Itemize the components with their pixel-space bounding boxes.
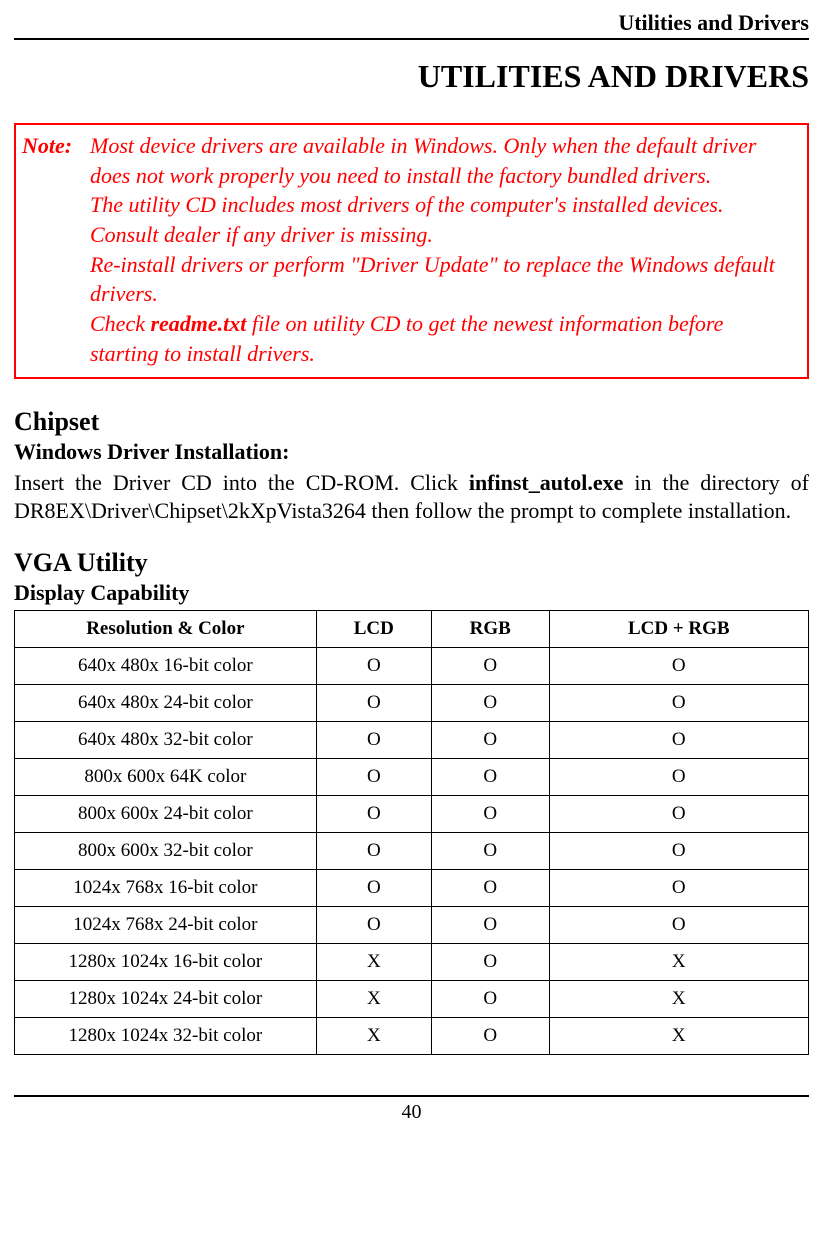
table-row: 640x 480x 16-bit colorOOO [15, 647, 809, 684]
note-paragraph-1: Most device drivers are available in Win… [90, 131, 797, 190]
table-cell: O [549, 758, 808, 795]
table-cell: O [549, 869, 808, 906]
table-cell: 1280x 1024x 32-bit color [15, 1017, 317, 1054]
note-readme-filename: readme.txt [150, 311, 246, 336]
table-cell: 800x 600x 64K color [15, 758, 317, 795]
page-header: Utilities and Drivers [14, 10, 809, 40]
note-p4-a: Check [90, 311, 150, 336]
table-row: 640x 480x 24-bit colorOOO [15, 684, 809, 721]
table-cell: O [316, 795, 431, 832]
table-cell: X [316, 943, 431, 980]
table-cell: O [431, 832, 549, 869]
table-cell: O [431, 906, 549, 943]
col-rgb: RGB [431, 610, 549, 647]
vga-subheading: Display Capability [14, 580, 809, 606]
table-row: 640x 480x 32-bit colorOOO [15, 721, 809, 758]
table-cell: O [431, 684, 549, 721]
table-cell: O [431, 1017, 549, 1054]
table-cell: 1280x 1024x 24-bit color [15, 980, 317, 1017]
note-paragraph-3: Re-install drivers or perform "Driver Up… [90, 250, 797, 309]
note-paragraph-4: Check readme.txt file on utility CD to g… [90, 309, 797, 368]
table-cell: 640x 480x 32-bit color [15, 721, 317, 758]
note-spacer [22, 309, 90, 368]
table-cell: O [316, 869, 431, 906]
table-cell: O [316, 647, 431, 684]
table-cell: O [431, 980, 549, 1017]
table-cell: O [431, 758, 549, 795]
table-cell: 640x 480x 16-bit color [15, 647, 317, 684]
table-cell: O [549, 721, 808, 758]
table-cell: X [549, 943, 808, 980]
col-resolution: Resolution & Color [15, 610, 317, 647]
vga-heading: VGA Utility [14, 548, 809, 578]
table-row: 1280x 1024x 32-bit colorXOX [15, 1017, 809, 1054]
chipset-text-a: Insert the Driver CD into the CD-ROM. Cl… [14, 470, 469, 495]
table-cell: O [431, 647, 549, 684]
table-cell: O [549, 647, 808, 684]
table-cell: 800x 600x 32-bit color [15, 832, 317, 869]
table-row: 1280x 1024x 16-bit colorXOX [15, 943, 809, 980]
table-cell: 1280x 1024x 16-bit color [15, 943, 317, 980]
page-number: 40 [14, 1095, 809, 1124]
table-cell: X [316, 1017, 431, 1054]
table-row: 800x 600x 64K colorOOO [15, 758, 809, 795]
table-cell: O [549, 906, 808, 943]
col-lcd: LCD [316, 610, 431, 647]
table-cell: O [316, 758, 431, 795]
table-cell: O [431, 869, 549, 906]
table-cell: O [316, 721, 431, 758]
table-cell: O [431, 721, 549, 758]
note-label: Note: [22, 131, 90, 190]
table-cell: O [316, 832, 431, 869]
table-cell: 640x 480x 24-bit color [15, 684, 317, 721]
table-cell: O [549, 684, 808, 721]
table-cell: O [549, 795, 808, 832]
table-cell: X [549, 980, 808, 1017]
table-cell: 1024x 768x 24-bit color [15, 906, 317, 943]
note-box: Note: Most device drivers are available … [14, 123, 809, 379]
note-paragraph-2: The utility CD includes most drivers of … [90, 190, 797, 249]
table-row: 1024x 768x 16-bit colorOOO [15, 869, 809, 906]
table-cell: O [549, 832, 808, 869]
table-cell: O [316, 906, 431, 943]
table-row: 1024x 768x 24-bit colorOOO [15, 906, 809, 943]
table-cell: 800x 600x 24-bit color [15, 795, 317, 832]
table-cell: X [549, 1017, 808, 1054]
display-capability-table: Resolution & Color LCD RGB LCD + RGB 640… [14, 610, 809, 1055]
table-row: 1280x 1024x 24-bit colorXOX [15, 980, 809, 1017]
table-cell: 1024x 768x 16-bit color [15, 869, 317, 906]
table-cell: X [316, 980, 431, 1017]
chipset-exe-name: infinst_autol.exe [469, 470, 624, 495]
table-row: 800x 600x 32-bit colorOOO [15, 832, 809, 869]
chipset-subheading: Windows Driver Installation: [14, 439, 809, 465]
table-row: 800x 600x 24-bit colorOOO [15, 795, 809, 832]
col-lcd-rgb: LCD + RGB [549, 610, 808, 647]
chipset-body: Insert the Driver CD into the CD-ROM. Cl… [14, 469, 809, 526]
note-spacer [22, 190, 90, 249]
table-cell: O [316, 684, 431, 721]
table-cell: O [431, 943, 549, 980]
page-title: UTILITIES AND DRIVERS [14, 58, 809, 95]
chipset-heading: Chipset [14, 407, 809, 437]
table-header-row: Resolution & Color LCD RGB LCD + RGB [15, 610, 809, 647]
note-spacer [22, 250, 90, 309]
table-cell: O [431, 795, 549, 832]
